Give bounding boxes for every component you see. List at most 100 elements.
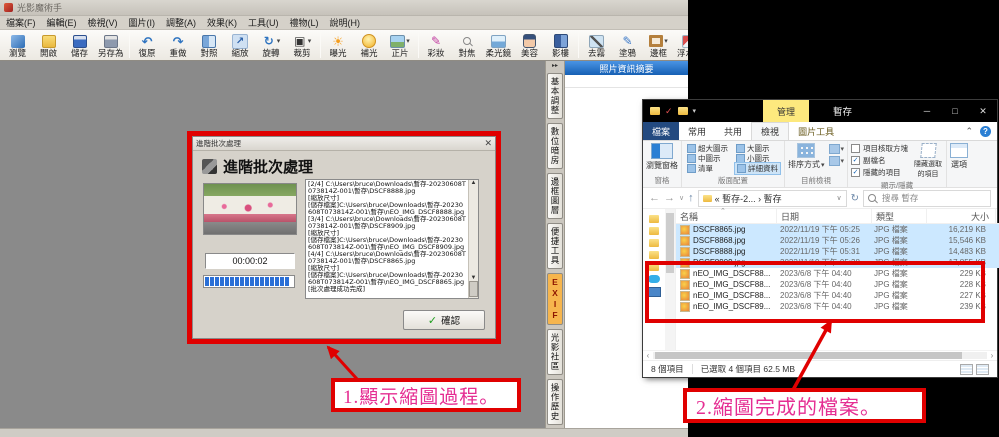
dropdown-icon[interactable]: ▾ <box>277 37 281 45</box>
folder-icon[interactable] <box>649 227 659 235</box>
positive-film-button[interactable]: ▾正片 <box>385 30 416 60</box>
layout-option-清單[interactable]: 清單 <box>685 163 730 174</box>
save-button[interactable]: 儲存 <box>64 30 95 60</box>
nav-scrollbar[interactable] <box>665 209 675 350</box>
menu-item[interactable]: 調整(A) <box>166 16 196 29</box>
dehaze-button[interactable]: 去霧 <box>581 30 612 60</box>
column-header-名稱[interactable]: 名稱 <box>676 209 777 223</box>
menu-item[interactable]: 編輯(E) <box>47 16 77 29</box>
file-row[interactable]: DSCF8868.jpg2022/11/19 下午 05:26JPG 檔案15,… <box>676 235 999 246</box>
focus-button[interactable]: 對焦 <box>452 30 483 60</box>
dropdown-icon[interactable]: ▾ <box>406 37 410 45</box>
folder-icon[interactable] <box>649 215 659 223</box>
side-tab-基本調整[interactable]: 基本調整 <box>547 73 563 119</box>
checkbox-icon[interactable] <box>851 144 860 153</box>
dialog-close-icon[interactable]: ✕ <box>484 139 492 148</box>
save-as-button[interactable]: 另存為 <box>95 30 127 60</box>
ribbon-tab-常用[interactable]: 常用 <box>679 122 715 140</box>
menu-item[interactable]: 工具(U) <box>248 16 279 29</box>
help-icon[interactable]: ? <box>980 126 991 137</box>
frame-button[interactable]: ▾邊框 <box>643 30 674 60</box>
column-header-大小[interactable]: 大小 <box>927 209 996 223</box>
search-input[interactable] <box>880 192 974 204</box>
redo-button[interactable]: ↷重做 <box>163 30 194 60</box>
layout-option-詳細資料[interactable]: 詳細資料 <box>734 162 781 175</box>
menu-item[interactable]: 效果(K) <box>207 16 237 29</box>
maximize-button[interactable]: □ <box>941 100 969 122</box>
up-icon[interactable]: ↑ <box>688 192 694 204</box>
folder-icon[interactable] <box>650 107 660 115</box>
checkbox-隱藏的項目[interactable]: ✓隱藏的項目 <box>851 167 908 178</box>
scrollbar-thumb[interactable] <box>469 281 478 297</box>
forward-icon[interactable]: → <box>664 192 675 204</box>
side-tab-光影社區[interactable]: 光影社區 <box>547 329 563 375</box>
this-pc-icon[interactable] <box>648 287 661 297</box>
menu-item[interactable]: 檔案(F) <box>6 16 36 29</box>
address-dropdown-icon[interactable]: ∨ <box>836 194 841 202</box>
menu-item[interactable]: 禮物(L) <box>290 16 319 29</box>
back-icon[interactable]: ← <box>649 192 660 204</box>
file-row[interactable]: nEO_IMG_DSCF88...2023/6/8 下午 04:40JPG 檔案… <box>676 290 999 301</box>
hide-selected-button[interactable]: 隱藏選取的項目 <box>913 143 943 179</box>
ribbon-tab-共用[interactable]: 共用 <box>715 122 751 140</box>
options-button[interactable]: 選項 <box>950 143 968 170</box>
qat-dropdown-icon[interactable]: ▾ <box>693 107 697 115</box>
strip-toggle-icon[interactable]: ▸▸ <box>552 62 558 71</box>
soft-lens-button[interactable]: 柔光鏡 <box>483 30 515 60</box>
menu-item[interactable]: 說明(H) <box>330 16 361 29</box>
column-header-日期[interactable]: 日期 <box>777 209 872 223</box>
dropdown-icon[interactable]: ▾ <box>308 37 312 45</box>
folder-icon[interactable] <box>678 107 688 115</box>
file-row[interactable]: DSCF8909.jpg2022/11/19 下午 05:38JPG 檔案17,… <box>676 257 999 268</box>
recent-locations-icon[interactable]: ∨ <box>679 194 684 202</box>
scroll-left-icon[interactable]: ‹ <box>643 351 653 360</box>
exposure-button[interactable]: ☀曝光 <box>323 30 354 60</box>
folder-icon[interactable] <box>649 239 659 247</box>
refresh-icon[interactable]: ↻ <box>851 193 859 204</box>
doodle-button[interactable]: ✎塗鴉 <box>612 30 643 60</box>
scroll-right-icon[interactable]: › <box>987 351 997 360</box>
group-by-button[interactable]: ▾ <box>829 144 845 154</box>
side-tab-便捷工具[interactable]: 便捷工具 <box>547 223 563 269</box>
log-text[interactable]: [2/4] C:\Users\bruce\Downloads\暫存-202306… <box>306 180 468 298</box>
resize-button[interactable]: ↗縮放 <box>225 30 256 60</box>
fill-light-button[interactable]: 補光 <box>354 30 385 60</box>
search-box[interactable] <box>863 190 991 207</box>
column-header-類型[interactable]: 類型 <box>872 209 927 223</box>
makeup-button[interactable]: ✎彩妝 <box>421 30 452 60</box>
close-button[interactable]: ✕ <box>969 100 997 122</box>
manage-contextual-tab[interactable]: 管理 <box>763 100 809 122</box>
menu-item[interactable]: 圖片(I) <box>129 16 156 29</box>
checkbox-icon[interactable]: ✓ <box>851 156 860 165</box>
file-row[interactable]: nEO_IMG_DSCF89...2023/6/8 下午 04:40JPG 檔案… <box>676 301 999 312</box>
open-folder-button[interactable]: 開啟 <box>33 30 64 60</box>
breadcrumb[interactable]: « 暫存-2... › 暫存 ∨ <box>698 190 847 207</box>
minimize-button[interactable]: ─ <box>913 100 941 122</box>
ribbon-tab-檔案[interactable]: 檔案 <box>643 122 679 140</box>
confirm-button[interactable]: ✓ 確認 <box>403 310 485 330</box>
side-tab-數位暗房[interactable]: 數位暗房 <box>547 123 563 169</box>
studio-button[interactable]: 影樓 <box>545 30 576 60</box>
ribbon-tab-檢視[interactable]: 檢視 <box>751 122 789 140</box>
folder-icon[interactable] <box>649 263 659 271</box>
menu-item[interactable]: 檢視(V) <box>88 16 118 29</box>
dialog-titlebar[interactable]: 進階批次處理 ✕ <box>193 137 495 151</box>
dropdown-icon[interactable]: ▾ <box>664 37 668 45</box>
scroll-up-icon[interactable]: ▲ <box>471 180 477 186</box>
checkbox-副檔名[interactable]: ✓副檔名 <box>851 155 908 166</box>
folder-icon[interactable] <box>649 251 659 259</box>
checkbox-項目核取方塊[interactable]: 項目核取方塊 <box>851 143 908 154</box>
undo-button[interactable]: ↶復原 <box>132 30 163 60</box>
beauty-button[interactable]: 美容 <box>514 30 545 60</box>
side-tab-操作歷史[interactable]: 操作歷史 <box>547 379 563 425</box>
compare-button[interactable]: 對照 <box>194 30 225 60</box>
sort-by-button[interactable]: 排序方式▾ <box>788 143 825 170</box>
onedrive-icon[interactable] <box>648 275 660 283</box>
ribbon-tab-圖片工具[interactable]: 圖片工具 <box>789 122 843 140</box>
add-columns-button[interactable]: ▾ <box>829 156 845 166</box>
side-tab-EXIF[interactable]: EXIF <box>547 273 563 325</box>
browse-button[interactable]: 瀏覽 <box>2 30 33 60</box>
side-tab-邊框圖層[interactable]: 邊框圖層 <box>547 173 563 219</box>
rotate-button[interactable]: ↻▾旋轉 <box>256 30 287 60</box>
checkbox-icon[interactable]: ✓ <box>851 168 860 177</box>
